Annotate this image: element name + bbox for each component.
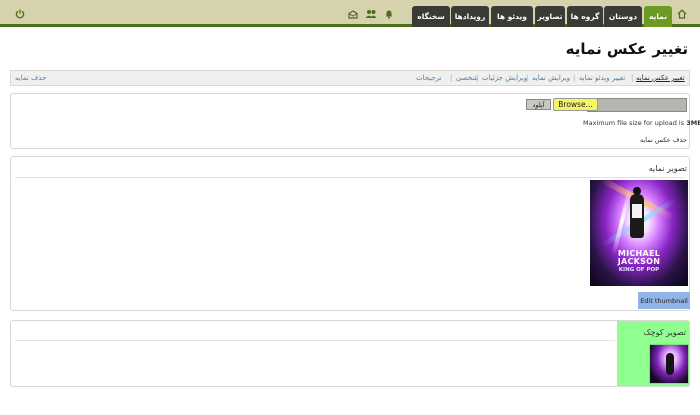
browse-button[interactable]: Browse... [553,98,598,111]
edit-thumbnail-button[interactable]: Edit thumbnail [638,292,690,309]
subtab-separator: | [573,74,576,82]
subtab-edit-details[interactable]: ویرایش جزئیات [482,74,527,82]
panel-divider [15,177,685,178]
tab-videos[interactable]: ویدئو ها [491,6,533,27]
album-figure [630,187,644,238]
subtab-separator: | [450,74,453,82]
upload-button[interactable]: آپلود [526,99,551,110]
profile-image-panel: تصویر نمایه [10,156,690,311]
subtab-edit-profile[interactable]: ویرایش نمایه [532,74,570,82]
profile-subtabs: حذف نمایه ترجیحات | شخصی | ویرایش جزئیات… [10,70,690,86]
subtab-preferences[interactable]: ترجیحات [416,74,442,82]
tab-forum[interactable]: سخنگاه [412,6,450,27]
album-text-line3: KING OF POP [618,267,660,273]
subtab-separator: | [476,74,479,82]
delete-profile-link[interactable]: حذف نمایه [15,74,46,82]
profile-image: MICHAEL JACKSON KING OF POP [590,180,688,286]
tab-profile[interactable]: نمایه [644,6,672,27]
tab-groups[interactable]: گروه ها [567,6,603,27]
profile-image-title: تصویر نمایه [648,164,687,173]
tab-photos[interactable]: تصاویر [535,6,565,27]
small-image-title: تصویر کوچک [643,328,686,337]
tab-events[interactable]: رویدادها [451,6,489,27]
power-icon[interactable] [14,8,26,20]
bell-icon[interactable] [383,8,395,20]
home-icon[interactable] [676,8,688,20]
page-title: تغییر عکس نمایه [565,40,688,58]
users-icon[interactable] [365,8,377,20]
max-file-size-note: Maximum file size for upload is 3MB [583,119,700,127]
subtab-change-profile-video[interactable]: تغییر ویدئو نمایه [579,74,625,82]
small-thumbnail-image [649,344,689,384]
delete-profile-photo-link[interactable]: حذف عکس نمایه [640,136,687,144]
album-text-line2: JACKSON [617,257,661,266]
mail-icon[interactable] [347,8,359,20]
subtab-change-profile-photo[interactable]: تغییر عکس نمایه [636,74,685,82]
top-navigation-bar: سخنگاه رویدادها ویدئو ها تصاویر گروه ها … [0,0,700,27]
panel-divider [15,340,615,341]
subtab-separator: | [526,74,529,82]
small-image-panel [10,320,690,387]
subtab-separator: | [631,74,634,82]
subtab-personal[interactable]: شخصی [456,74,478,82]
max-file-size-value: 3MB [686,119,700,127]
tab-friends[interactable]: دوستان [604,6,642,27]
max-file-size-label: Maximum file size for upload is [583,119,685,127]
file-path-input[interactable] [587,98,687,112]
